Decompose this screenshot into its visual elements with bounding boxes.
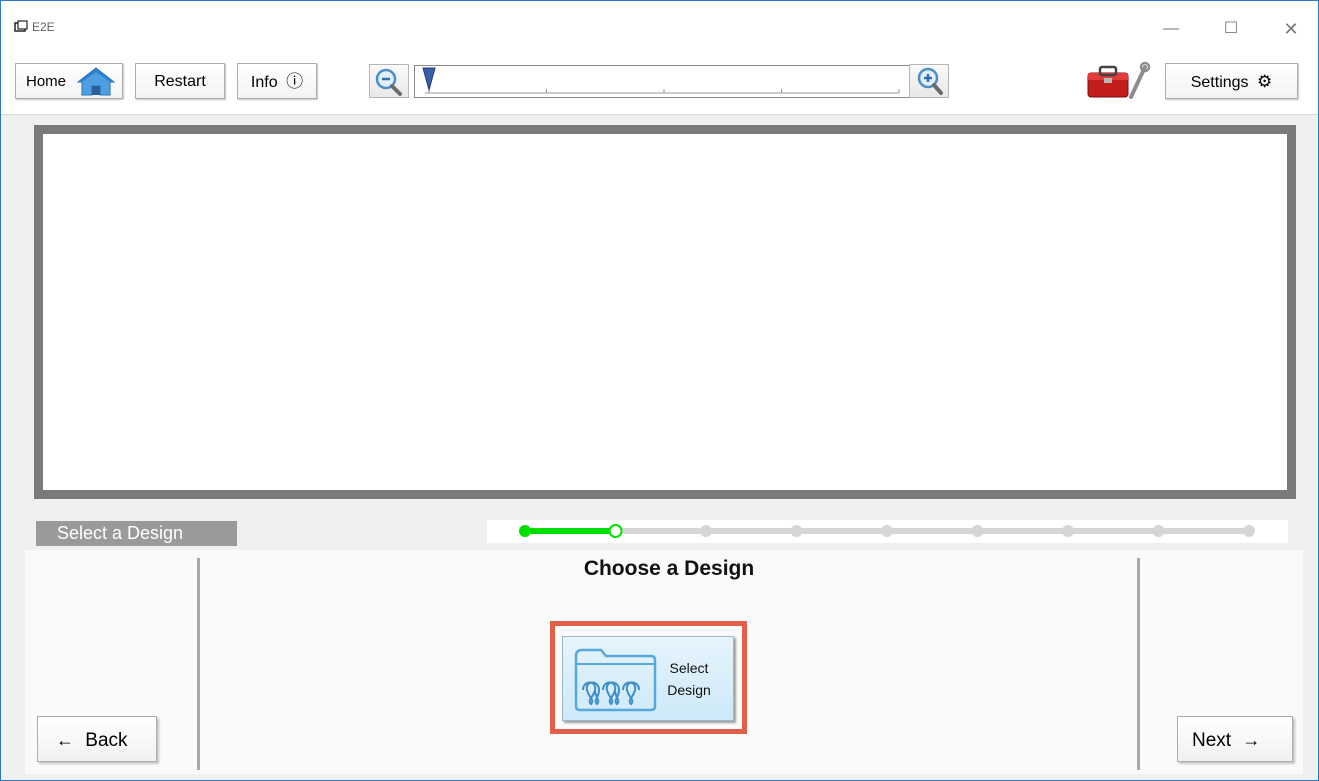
progress-step-pending [700, 525, 712, 537]
progress-step-pending [1243, 525, 1255, 537]
progress-step-done [519, 525, 531, 537]
progress-step-pending [971, 525, 984, 537]
panel-divider-left [197, 558, 200, 770]
design-canvas-frame [34, 125, 1296, 499]
maximize-button[interactable]: ☐ [1216, 15, 1246, 43]
progress-step-pending [1152, 525, 1165, 537]
app-window: E2E — ☐ ✕ Home Restart Info ⓘ Settings ⚙… [0, 0, 1319, 781]
zoom-in-button[interactable] [909, 64, 949, 98]
panel-divider-right [1137, 558, 1140, 770]
settings-label: Settings [1190, 74, 1249, 91]
design-canvas[interactable] [43, 134, 1287, 490]
info-icon: ⓘ [286, 72, 304, 91]
progress-step-pending [790, 525, 803, 537]
progress-step-pending [1062, 525, 1074, 537]
app-icon [14, 20, 28, 32]
toolbox-icon [1087, 61, 1151, 99]
house-icon [76, 67, 116, 96]
folder-design-icon [574, 648, 657, 712]
home-button[interactable]: Home [15, 63, 123, 99]
zoom-slider[interactable] [414, 65, 910, 98]
step-progress-track [519, 524, 1255, 538]
title-bar: E2E — ☐ ✕ [1, 1, 1318, 56]
select-design-button[interactable]: Select Design [562, 636, 734, 721]
zoom-slider-thumb[interactable] [422, 67, 436, 92]
progress-step-pending [881, 525, 893, 537]
next-button[interactable]: Next → [1177, 716, 1293, 762]
window-title: E2E [32, 20, 55, 34]
arrow-right-icon: → [1242, 730, 1261, 750]
minimize-button[interactable]: — [1156, 15, 1186, 43]
progress-step-current [608, 524, 623, 538]
toolbox-button[interactable] [1085, 61, 1153, 99]
close-button[interactable]: ✕ [1276, 15, 1306, 43]
info-label: Info [250, 74, 278, 91]
next-label: Next [1192, 730, 1232, 751]
arrow-left-icon: ← [56, 730, 74, 750]
back-button[interactable]: ← Back [37, 716, 157, 762]
restart-button[interactable]: Restart [135, 63, 225, 99]
back-label: Back [85, 730, 128, 751]
step-label: Select a Design [36, 521, 237, 546]
select-design-label: Select Design [667, 660, 711, 698]
zoom-in-icon [917, 67, 943, 95]
panel-heading: Choose a Design [583, 557, 755, 580]
home-label: Home [26, 73, 67, 90]
gear-icon: ⚙ [1257, 72, 1273, 91]
zoom-out-button[interactable] [369, 64, 409, 98]
step-progress [487, 520, 1288, 543]
toolbar: Home Restart Info ⓘ Settings ⚙ [1, 56, 1318, 115]
zoom-out-icon [375, 68, 402, 96]
zoom-scale [422, 67, 900, 94]
settings-button[interactable]: Settings ⚙ [1165, 63, 1298, 99]
info-button[interactable]: Info ⓘ [237, 63, 317, 99]
